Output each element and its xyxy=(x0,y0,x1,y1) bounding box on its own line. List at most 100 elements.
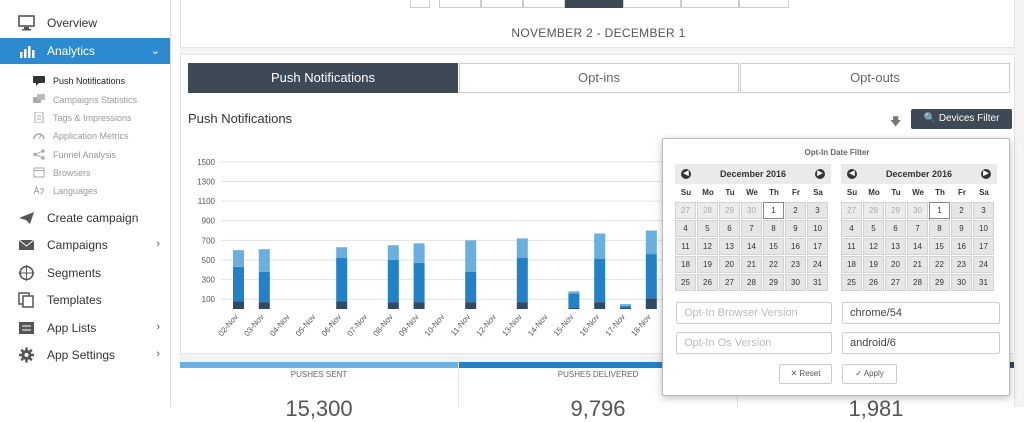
calendar-day[interactable]: 20 xyxy=(719,256,740,273)
calendar-day[interactable]: 15 xyxy=(929,238,950,255)
sidebar-item-campaigns[interactable]: Campaigns › xyxy=(0,232,170,258)
calendar-day[interactable]: 17 xyxy=(807,238,828,255)
tab-opt-outs[interactable]: Opt-outs xyxy=(740,63,1010,93)
calendar-day[interactable]: 29 xyxy=(719,202,740,219)
calendar-day[interactable]: 29 xyxy=(885,202,906,219)
range-button[interactable] xyxy=(481,0,523,8)
calendar-day[interactable]: 22 xyxy=(929,256,950,273)
calendar-day[interactable]: 30 xyxy=(907,202,928,219)
sidebar-item-app-lists[interactable]: App Lists › xyxy=(0,315,170,341)
calendar-day[interactable]: 18 xyxy=(675,256,696,273)
calendar-day[interactable]: 27 xyxy=(675,202,696,219)
sidebar-item-app-settings[interactable]: App Settings › xyxy=(0,342,170,368)
sidebar-subitem-browsers[interactable]: Browsers xyxy=(0,164,170,182)
bar-segment[interactable] xyxy=(413,262,425,303)
tab-opt-ins[interactable]: Opt-ins xyxy=(459,63,739,93)
calendar-day[interactable]: 20 xyxy=(885,256,906,273)
calendar-day[interactable]: 29 xyxy=(763,274,784,291)
calendar-day[interactable]: 4 xyxy=(675,220,696,237)
bar-segment[interactable] xyxy=(258,271,270,303)
sidebar-subitem-push-notifications[interactable]: Push Notifications xyxy=(0,72,170,90)
bar-segment[interactable] xyxy=(516,238,528,259)
calendar-day[interactable]: 28 xyxy=(741,274,762,291)
range-button[interactable] xyxy=(439,0,481,8)
bar-segment[interactable] xyxy=(465,271,477,303)
calendar-day[interactable]: 25 xyxy=(675,274,696,291)
bar-segment[interactable] xyxy=(258,249,270,272)
calendar-day[interactable]: 31 xyxy=(973,274,994,291)
bar-segment[interactable] xyxy=(387,259,399,303)
calendar-day[interactable]: 21 xyxy=(741,256,762,273)
bar-segment[interactable] xyxy=(233,301,244,309)
calendar-day[interactable]: 16 xyxy=(785,238,806,255)
prev-month-icon[interactable]: ◀ xyxy=(681,169,691,179)
calendar-day[interactable]: 19 xyxy=(863,256,884,273)
calendar-day[interactable]: 29 xyxy=(929,274,950,291)
calendar-day[interactable]: 2 xyxy=(785,202,806,219)
bar-segment[interactable] xyxy=(413,302,425,309)
calendar-day[interactable]: 28 xyxy=(697,202,718,219)
sidebar-item-analytics[interactable]: Analytics ⌄ xyxy=(0,38,170,64)
calendar-day[interactable]: 15 xyxy=(763,238,784,255)
range-button[interactable] xyxy=(623,0,681,8)
bar-segment[interactable] xyxy=(594,258,606,303)
bar-segment[interactable] xyxy=(620,304,631,307)
calendar-day[interactable]: 24 xyxy=(973,256,994,273)
bar-segment[interactable] xyxy=(336,258,348,302)
reset-button[interactable]: ✕ Reset xyxy=(779,364,832,384)
bar-segment[interactable] xyxy=(568,293,580,309)
os-version-value[interactable]: android/6 xyxy=(842,332,1000,354)
bar-segment[interactable] xyxy=(233,250,244,267)
range-button[interactable] xyxy=(739,0,789,8)
bar-segment[interactable] xyxy=(645,298,657,309)
browser-version-input[interactable]: Opt-In Browser Version xyxy=(676,302,832,324)
calendar-day[interactable]: 28 xyxy=(863,202,884,219)
calendar-day[interactable]: 3 xyxy=(973,202,994,219)
calendar-day[interactable]: 11 xyxy=(841,238,862,255)
calendar-day[interactable]: 10 xyxy=(973,220,994,237)
next-month-icon[interactable]: ▶ xyxy=(981,169,991,179)
range-button[interactable] xyxy=(565,0,623,8)
bar-segment[interactable] xyxy=(645,230,657,255)
calendar-day[interactable]: 10 xyxy=(807,220,828,237)
bar-segment[interactable] xyxy=(336,247,348,259)
bar-segment[interactable] xyxy=(413,243,425,263)
calendar-day[interactable]: 9 xyxy=(785,220,806,237)
calendar-day[interactable]: 31 xyxy=(807,274,828,291)
sidebar-item-overview[interactable]: Overview xyxy=(0,10,170,36)
bar-segment[interactable] xyxy=(620,308,631,309)
calendar-day[interactable]: 1 xyxy=(929,202,950,219)
calendar-day[interactable]: 27 xyxy=(841,202,862,219)
calendar-day[interactable]: 12 xyxy=(697,238,718,255)
bar-segment[interactable] xyxy=(645,254,657,299)
calendar-day[interactable]: 17 xyxy=(973,238,994,255)
calendar-day[interactable]: 23 xyxy=(951,256,972,273)
sidebar-item-templates[interactable]: Templates xyxy=(0,287,170,313)
calendar-day[interactable]: 9 xyxy=(951,220,972,237)
calendar-day[interactable]: 7 xyxy=(907,220,928,237)
sidebar-subitem-languages[interactable]: Languages xyxy=(0,182,170,200)
calendar-day[interactable]: 7 xyxy=(741,220,762,237)
calendar-day[interactable]: 4 xyxy=(841,220,862,237)
os-version-input[interactable]: Opt-In Os Version xyxy=(676,332,832,354)
calendar-day[interactable]: 1 xyxy=(763,202,784,219)
calendar-day[interactable]: 11 xyxy=(675,238,696,255)
bar-segment[interactable] xyxy=(594,233,606,259)
calendar-day[interactable]: 28 xyxy=(907,274,928,291)
sidebar-subitem-campaigns-statistics[interactable]: Campaigns Statistics xyxy=(0,91,170,109)
sidebar-item-segments[interactable]: Segments xyxy=(0,260,170,286)
calendar-day[interactable]: 2 xyxy=(951,202,972,219)
bar-segment[interactable] xyxy=(387,302,399,309)
calendar-day[interactable]: 8 xyxy=(929,220,950,237)
bar-segment[interactable] xyxy=(465,240,477,272)
bar-segment[interactable] xyxy=(465,302,477,309)
calendar-day[interactable]: 13 xyxy=(885,238,906,255)
calendar-day[interactable]: 30 xyxy=(785,274,806,291)
calendar-day[interactable]: 30 xyxy=(741,202,762,219)
calendar-day[interactable]: 13 xyxy=(719,238,740,255)
next-month-icon[interactable]: ▶ xyxy=(815,169,825,179)
sidebar-item-create-campaign[interactable]: Create campaign xyxy=(0,205,170,231)
bar-segment[interactable] xyxy=(594,302,606,309)
download-icon[interactable]: 🡇 xyxy=(890,113,901,132)
bar-segment[interactable] xyxy=(620,306,631,309)
